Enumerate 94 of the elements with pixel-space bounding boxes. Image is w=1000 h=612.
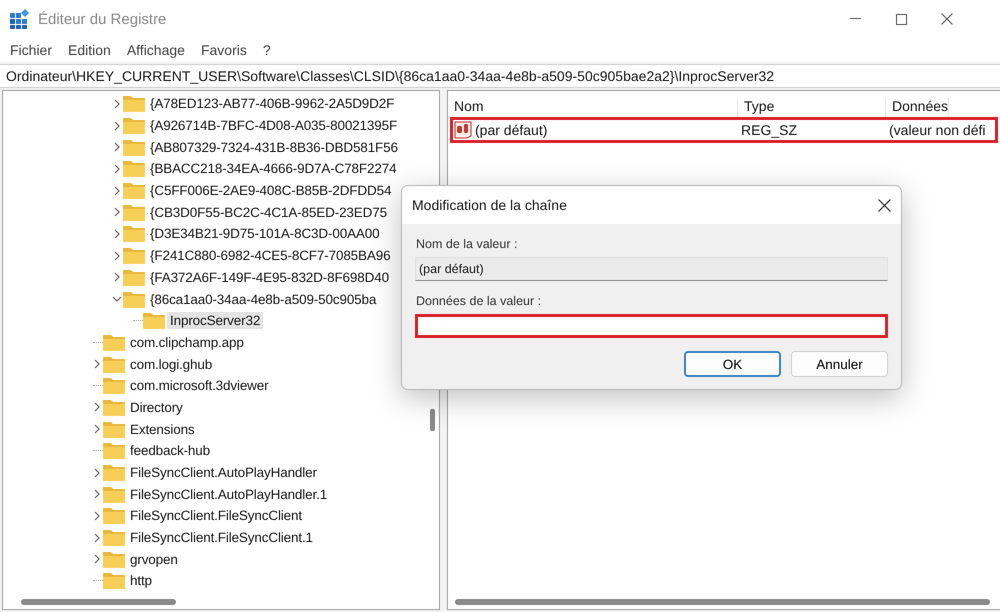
folder-icon — [123, 247, 145, 264]
value-data-field[interactable] — [415, 314, 888, 338]
chevron-down-icon[interactable] — [112, 294, 122, 304]
tree-item[interactable]: {D3E34B21-9D75-101A-8C3D-00AA00 — [147, 225, 382, 242]
tree-item[interactable]: {F241C880-6982-4CE5-8CF7-7085BA96 — [147, 247, 394, 264]
value-name: (par défaut) — [475, 122, 548, 138]
folder-icon — [123, 225, 145, 242]
chevron-right-icon[interactable] — [92, 402, 102, 412]
folder-icon — [103, 550, 125, 568]
folder-icon — [103, 507, 125, 524]
folder-icon — [123, 182, 145, 200]
chevron-right-icon[interactable] — [92, 424, 102, 434]
tree-item[interactable]: feedback-hub — [127, 442, 214, 460]
dialog-title: Modification de la chaîne — [412, 197, 567, 213]
chevron-right-icon[interactable] — [112, 142, 122, 152]
tree-item[interactable]: {BBACC218-34EA-4666-9D7A-C78F2274 — [147, 160, 400, 178]
tree-item[interactable]: {A926714B-7BFC-4D08-A035-80021395F — [147, 117, 400, 134]
tree-item[interactable]: FileSyncClient.FileSyncClient — [127, 507, 305, 524]
column-header[interactable]: Nom — [448, 98, 738, 117]
address-bar[interactable]: Ordinateur\HKEY_CURRENT_USER\Software\Classes\CLSID\{86ca1aa0-34aa-4e8b-a509-50c905bae2a2}\InprocServer32 — [0, 64, 1000, 88]
chevron-right-icon[interactable] — [112, 207, 122, 218]
folder-icon — [103, 464, 125, 482]
chevron-right-icon[interactable] — [112, 120, 122, 131]
app-icon — [10, 9, 30, 29]
chevron-right-icon[interactable] — [112, 98, 122, 109]
tree-item[interactable]: Extensions — [127, 420, 198, 438]
tree-item[interactable]: FileSyncClient.FileSyncClient.1 — [127, 529, 316, 546]
tree-item[interactable]: {86ca1aa0-34aa-4e8b-a509-50c905ba — [147, 290, 380, 308]
folder-icon — [103, 398, 125, 416]
chevron-right-icon[interactable] — [112, 228, 122, 239]
dialog-button[interactable]: OK — [684, 351, 781, 377]
chevron-right-icon[interactable] — [92, 489, 102, 500]
tree-item[interactable]: {AB807329-7324-431B-8B36-DBD581F56 — [147, 138, 401, 156]
menu-item[interactable]: Affichage — [118, 42, 193, 58]
tree-item[interactable]: FileSyncClient.AutoPlayHandler — [127, 464, 320, 482]
scrollbar-thumb[interactable] — [455, 599, 990, 605]
folder-icon — [123, 204, 145, 221]
value-type: REG_SZ — [741, 122, 798, 138]
folder-icon — [123, 138, 145, 156]
value-data: (valeur non défi — [889, 122, 986, 138]
scrollbar-thumb[interactable] — [430, 409, 434, 431]
tree-item[interactable]: FileSyncClient.AutoPlayHandler.1 — [127, 486, 330, 503]
folder-icon — [103, 442, 125, 460]
folder-icon — [103, 572, 125, 590]
maximize-icon — [896, 14, 906, 24]
chevron-right-icon[interactable] — [112, 272, 122, 282]
folder-icon — [103, 529, 125, 546]
folder-icon — [103, 486, 125, 503]
chevron-right-icon[interactable] — [92, 554, 102, 564]
folder-icon — [103, 377, 125, 394]
tree-item[interactable]: http — [127, 572, 155, 590]
close-icon — [941, 13, 953, 25]
menu-item[interactable]: Edition — [60, 42, 119, 58]
tree-item[interactable]: {FA372A6F-149F-4E95-832D-8F698D40 — [147, 268, 392, 286]
chevron-right-icon[interactable] — [112, 250, 122, 261]
tree-item[interactable]: Directory — [127, 398, 186, 416]
minimize-icon — [850, 18, 860, 20]
tree-item[interactable]: {A78ED123-AB77-406B-9962-2A5D9D2F — [147, 95, 398, 112]
tree-item[interactable]: {CB3D0F55-BC2C-4C1A-85ED-23ED75 — [147, 204, 390, 221]
column-header[interactable]: Données — [886, 98, 950, 117]
chevron-right-icon[interactable] — [92, 510, 102, 521]
chevron-right-icon[interactable] — [92, 468, 102, 478]
tree-item[interactable]: com.microsoft.3dviewer — [127, 377, 272, 394]
folder-icon — [123, 160, 145, 178]
folder-icon — [103, 356, 125, 373]
scrollbar-thumb[interactable] — [21, 599, 176, 605]
tree-item[interactable]: grvopen — [127, 550, 181, 568]
menu-item[interactable]: Fichier — [2, 42, 60, 58]
tree-item[interactable]: InprocServer32 — [167, 312, 264, 330]
folder-icon — [103, 420, 125, 438]
chevron-right-icon[interactable] — [92, 532, 102, 543]
chevron-right-icon[interactable] — [112, 164, 122, 174]
folder-icon — [123, 117, 145, 134]
value-name-field[interactable]: (par défaut) — [415, 257, 888, 281]
field-label: Nom de la valeur : — [416, 237, 518, 251]
folder-icon — [143, 312, 165, 330]
folder-icon — [103, 334, 125, 351]
tree-item[interactable]: {C5FF006E-2AE9-408C-B85B-2DFDD54 — [147, 182, 394, 200]
chevron-right-icon[interactable] — [112, 186, 122, 196]
column-header[interactable]: Type — [738, 98, 886, 117]
chevron-right-icon[interactable] — [92, 359, 102, 370]
folder-icon — [123, 95, 145, 112]
folder-icon — [123, 290, 145, 308]
window-title: Éditeur du Registre — [38, 10, 168, 28]
tree-item[interactable]: com.clipchamp.app — [127, 334, 247, 351]
dialog-button[interactable]: Annuler — [791, 351, 888, 377]
string-value-icon — [454, 121, 472, 139]
menu-item[interactable]: ? — [254, 42, 279, 58]
field-label: Données de la valeur : — [416, 294, 542, 308]
value-row[interactable]: (par défaut) REG_SZ (valeur non défi — [450, 117, 998, 143]
close-icon[interactable] — [878, 198, 891, 212]
tree-item[interactable]: com.logi.ghub — [127, 356, 216, 373]
folder-icon — [123, 268, 145, 286]
menu-item[interactable]: Favoris — [192, 42, 255, 58]
